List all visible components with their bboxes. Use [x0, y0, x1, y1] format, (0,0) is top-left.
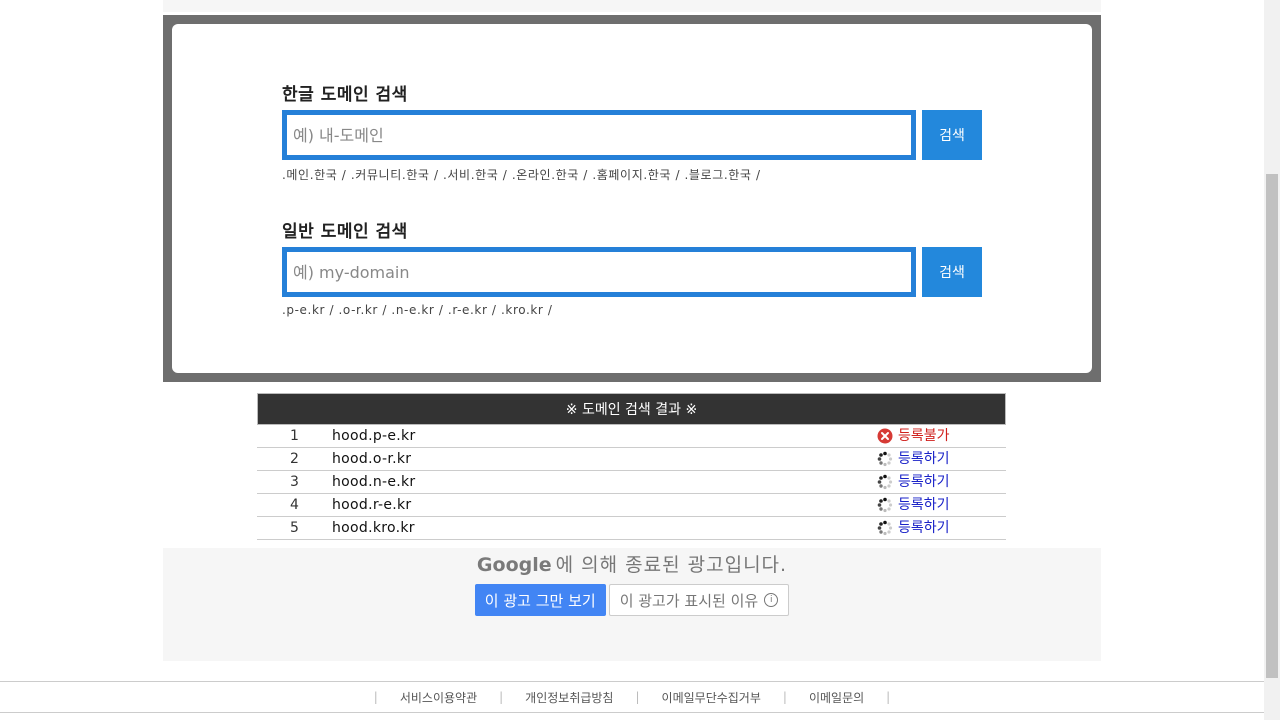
hangul-domain-input[interactable] — [282, 110, 916, 160]
register-link[interactable]: 등록하기 — [898, 517, 950, 539]
status-cell: 등록하기 — [877, 517, 950, 539]
row-number: 5 — [290, 520, 299, 536]
loading-spinner-icon — [877, 520, 893, 536]
general-tld-list: .p-e.kr / .o-r.kr / .n-e.kr / .r-e.kr / … — [282, 303, 553, 317]
footer-separator: | — [886, 690, 891, 704]
register-link[interactable]: 등록하기 — [898, 448, 950, 470]
hangul-search-button[interactable]: 검색 — [922, 110, 982, 160]
loading-spinner-icon — [877, 474, 893, 490]
scrollbar-thumb[interactable] — [1266, 174, 1278, 678]
ad-closed-area: Google 에 의해 종료된 광고입니다. 이 광고 그만 보기 이 광고가 표… — [163, 548, 1101, 661]
footer-links: | 서비스이용약관 | 개인정보취급방침 | 이메일무단수집거부 | 이메일문의… — [0, 682, 1264, 712]
loading-spinner-icon — [877, 451, 893, 467]
domain-name: hood.o-r.kr — [332, 451, 412, 467]
row-number: 3 — [290, 474, 299, 490]
domain-name: hood.p-e.kr — [332, 428, 416, 444]
table-row: 4 hood.r-e.kr 등록하기 — [257, 494, 1006, 517]
general-search-title: 일반 도메인 검색 — [282, 222, 408, 242]
hangul-tld-list: .메인.한국 / .커뮤니티.한국 / .서비.한국 / .온라인.한국 / .… — [282, 168, 761, 182]
why-this-ad-button[interactable]: 이 광고가 표시된 이유 i — [608, 584, 790, 616]
status-cell: 등록불가 — [877, 425, 950, 447]
row-number: 4 — [290, 497, 299, 513]
stop-ad-button[interactable]: 이 광고 그만 보기 — [474, 584, 606, 616]
register-link[interactable]: 등록하기 — [898, 471, 950, 493]
footer-link-terms[interactable]: 서비스이용약관 — [400, 689, 477, 706]
general-domain-input[interactable] — [282, 247, 916, 297]
general-search-button[interactable]: 검색 — [922, 247, 982, 297]
general-search-row: 검색 — [282, 247, 982, 297]
loading-spinner-icon — [877, 497, 893, 513]
hangul-domain-search: 한글 도메인 검색 검색 .메인.한국 / .커뮤니티.한국 / .서비.한국 … — [282, 84, 982, 182]
search-results-table: ※ 도메인 검색 결과 ※ 1 hood.p-e.kr 등록불가 2 hood.… — [257, 393, 1006, 540]
footer-link-email-refusal[interactable]: 이메일무단수집거부 — [662, 689, 761, 706]
footer-separator: | — [782, 690, 787, 704]
google-logo: Google — [476, 554, 552, 576]
footer-link-privacy[interactable]: 개인정보취급방침 — [525, 689, 613, 706]
hangul-search-title: 한글 도메인 검색 — [282, 85, 408, 105]
status-cell: 등록하기 — [877, 471, 950, 493]
row-number: 2 — [290, 451, 299, 467]
error-x-icon — [877, 428, 893, 444]
results-header: ※ 도메인 검색 결과 ※ — [257, 393, 1006, 425]
ad-closed-message: Google 에 의해 종료된 광고입니다. — [163, 552, 1101, 578]
top-strip — [163, 0, 1101, 12]
ad-message-text: 에 의해 종료된 광고입니다. — [555, 554, 788, 576]
table-row: 1 hood.p-e.kr 등록불가 — [257, 425, 1006, 448]
table-row: 3 hood.n-e.kr 등록하기 — [257, 471, 1006, 494]
domain-name: hood.n-e.kr — [332, 474, 416, 490]
status-cell: 등록하기 — [877, 448, 950, 470]
footer-separator: | — [635, 690, 640, 704]
search-panel-inner: 한글 도메인 검색 검색 .메인.한국 / .커뮤니티.한국 / .서비.한국 … — [172, 24, 1092, 373]
domain-name: hood.r-e.kr — [332, 497, 412, 513]
info-icon: i — [764, 593, 779, 607]
hangul-search-row: 검색 — [282, 110, 982, 160]
status-cell: 등록하기 — [877, 494, 950, 516]
domain-name: hood.kro.kr — [332, 520, 415, 536]
footer: | 서비스이용약관 | 개인정보취급방침 | 이메일무단수집거부 | 이메일문의… — [0, 681, 1264, 713]
footer-separator: | — [373, 690, 378, 704]
table-row: 2 hood.o-r.kr 등록하기 — [257, 448, 1006, 471]
register-link[interactable]: 등록하기 — [898, 494, 950, 516]
footer-separator: | — [499, 690, 504, 704]
footer-link-email-inquiry[interactable]: 이메일문의 — [809, 689, 864, 706]
table-row: 5 hood.kro.kr 등록하기 — [257, 517, 1006, 540]
status-unavailable: 등록불가 — [898, 428, 950, 444]
why-this-ad-label: 이 광고가 표시된 이유 — [619, 591, 759, 610]
row-number: 1 — [290, 428, 299, 444]
vertical-scrollbar[interactable] — [1264, 0, 1280, 720]
general-domain-search: 일반 도메인 검색 검색 .p-e.kr / .o-r.kr / .n-e.kr… — [282, 221, 982, 317]
ad-buttons: 이 광고 그만 보기 이 광고가 표시된 이유 i — [163, 584, 1101, 616]
search-panel: 한글 도메인 검색 검색 .메인.한국 / .커뮤니티.한국 / .서비.한국 … — [163, 15, 1101, 382]
